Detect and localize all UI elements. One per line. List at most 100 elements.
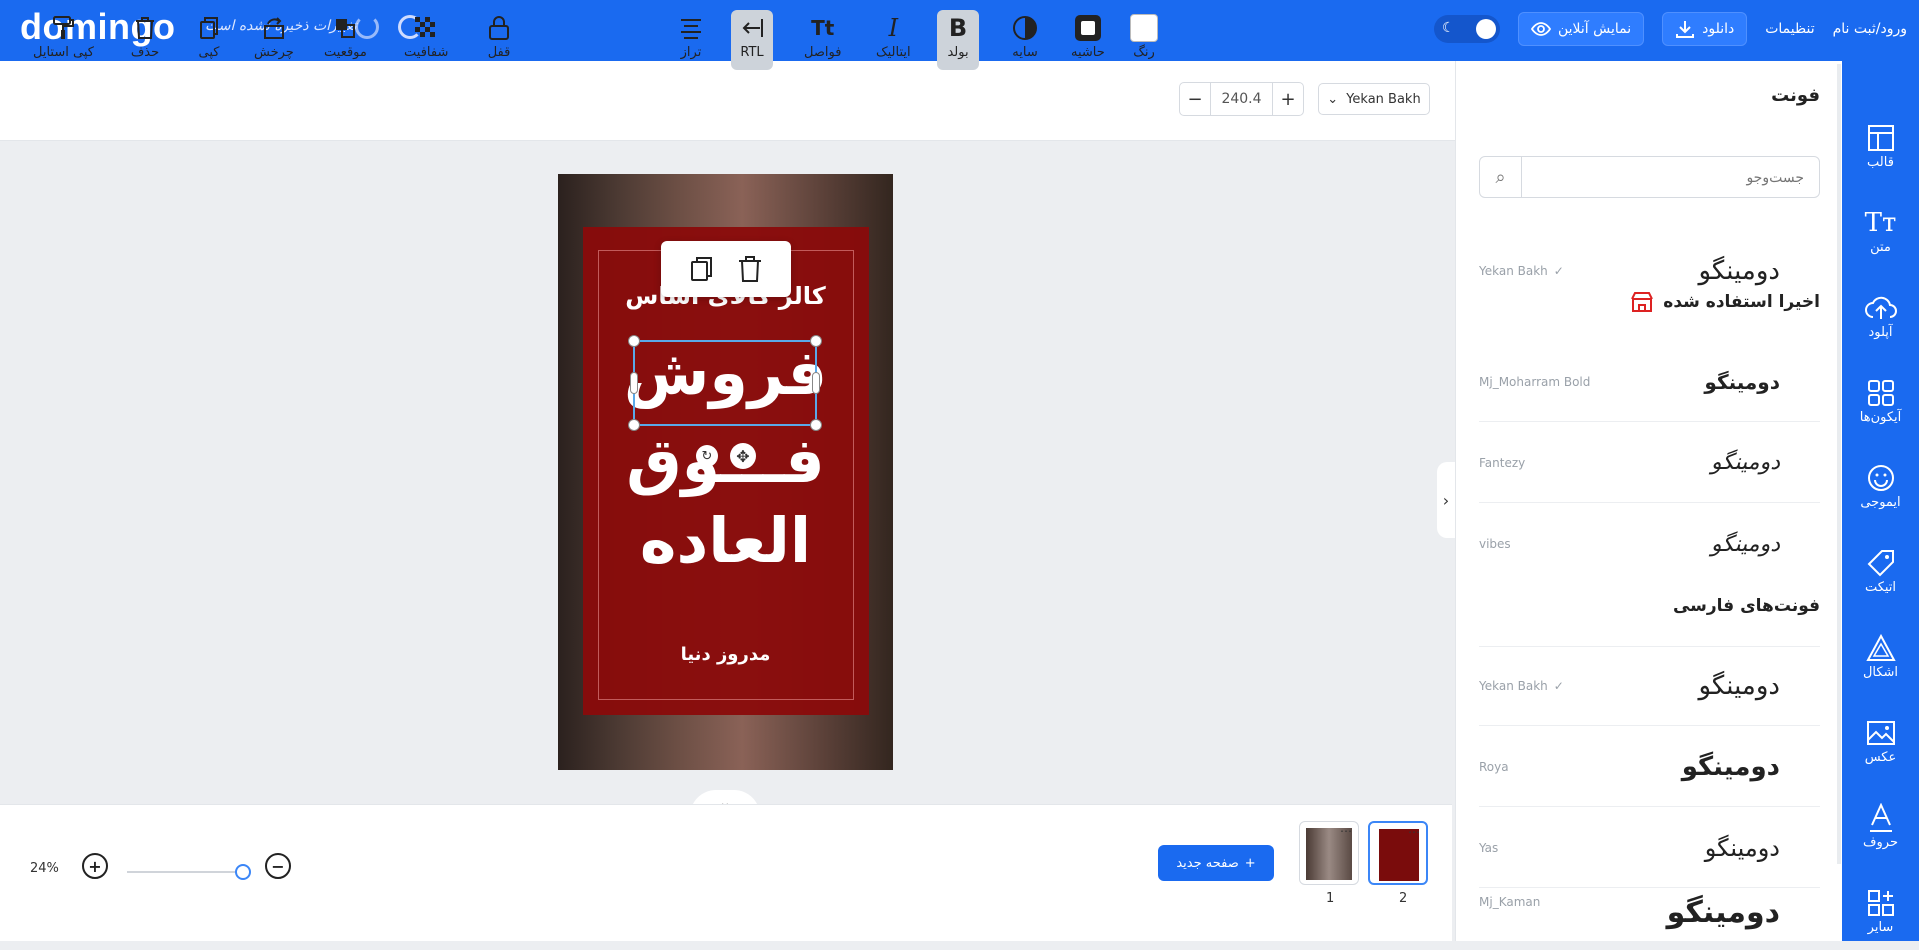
decrease-size-button[interactable]: − [1180, 89, 1210, 110]
preview-label: نمایش آنلاین [1557, 21, 1632, 37]
zoom-in-icon[interactable]: + [82, 853, 108, 879]
zoom-slider[interactable] [127, 871, 244, 873]
font-item[interactable]: vibes دومینگو [1479, 504, 1820, 584]
rotate-tool[interactable]: چرخش [254, 10, 294, 70]
collapse-panel-button[interactable]: › [1437, 462, 1455, 538]
checker-icon [411, 13, 441, 43]
font-size-value[interactable]: 240.4 [1210, 83, 1273, 115]
font-select[interactable]: ⌄ Yekan Bakh [1318, 83, 1430, 115]
lock-tool[interactable]: قفل [484, 10, 514, 70]
more-icon[interactable]: ⋯ [1340, 824, 1352, 838]
page-thumbnail-1[interactable]: ⋯ [1299, 821, 1359, 885]
color-tool[interactable]: رنگ [1129, 10, 1159, 70]
border-label: حاشیه [1071, 45, 1105, 60]
selection-box[interactable] [628, 335, 822, 431]
font-item[interactable]: Yas دومینگو [1479, 808, 1820, 888]
font-item[interactable]: Mj_Kaman دومینگو [1479, 889, 1820, 941]
font-item[interactable]: Roya دومینگو [1479, 727, 1820, 807]
sidebar-item-more[interactable]: سایر [1842, 870, 1919, 950]
spacing-label: فواصل [804, 45, 842, 60]
font-sample: دومینگو [1698, 256, 1780, 286]
toggle-knob [1475, 19, 1496, 39]
sidebar-item-template[interactable]: قالب [1842, 105, 1919, 185]
recent-section-title: اخیرا استفاده شده [1631, 292, 1820, 312]
new-page-button[interactable]: + صفحه جدید [1158, 845, 1274, 881]
rotate-handle-icon[interactable]: ↻ [696, 445, 718, 467]
font-sample: دومینگو [1681, 751, 1780, 782]
rtl-tool[interactable]: RTL [731, 10, 773, 70]
emoji-icon [1867, 461, 1895, 495]
resize-handle[interactable] [630, 372, 638, 394]
check-icon: ✓ [1553, 264, 1564, 278]
font-item[interactable]: Mj_Moharram Bold دومینگو [1479, 342, 1820, 422]
panel-scrollbar[interactable] [1837, 64, 1841, 864]
copy-style-tool[interactable]: کپی استایل [33, 10, 94, 70]
font-search[interactable]: ⌕ [1479, 156, 1820, 198]
resize-handle[interactable] [810, 419, 822, 431]
sidebar-item-letters[interactable]: حروف [1842, 785, 1919, 865]
color-label: رنگ [1133, 45, 1155, 60]
delete-tool[interactable]: حذف [130, 10, 160, 70]
preview-button[interactable]: نمایش آنلاین [1517, 12, 1645, 46]
font-name: vibes [1479, 537, 1511, 551]
settings-link[interactable]: تنظیمات [1765, 21, 1814, 37]
page-thumbnail-2[interactable]: ⋯ [1368, 821, 1428, 885]
font-name: Roya [1479, 759, 1509, 774]
spacing-tool[interactable]: Tt فواصل [804, 10, 841, 70]
font-item[interactable]: Fantezy دومینگو [1479, 423, 1820, 503]
sidebar-item-tag[interactable]: اتیکت [1842, 530, 1919, 610]
resize-handle[interactable] [628, 335, 640, 347]
font-select-value: Yekan Bakh [1346, 91, 1421, 107]
main-sidebar: قالب Tт متن آپلود آیکون‌ها ایموجی اتیکت … [1842, 61, 1919, 941]
login-link[interactable]: ورود/ثبت نام [1833, 21, 1907, 37]
zoom-slider-handle[interactable] [235, 864, 251, 880]
font-sample: دومینگو [1704, 369, 1780, 394]
increase-size-button[interactable]: + [1273, 89, 1303, 110]
moon-icon: ☾ [1441, 20, 1455, 36]
sidebar-item-shapes[interactable]: اشکال [1842, 615, 1919, 695]
download-button[interactable]: دانلود [1662, 12, 1748, 46]
opacity-tool[interactable]: شفافیت [404, 10, 448, 70]
poster-line-2[interactable]: فـــوق [558, 424, 893, 497]
resize-handle[interactable] [628, 419, 640, 431]
copy-icon [194, 13, 224, 43]
move-handle-icon[interactable]: ✥ [730, 443, 756, 469]
resize-handle[interactable] [812, 372, 820, 394]
duplicate-icon[interactable] [689, 255, 715, 283]
shadow-tool[interactable]: سایه [1010, 10, 1040, 70]
poster-line-3[interactable]: العاده [558, 504, 893, 577]
font-name: Mj_Moharram Bold [1479, 374, 1591, 389]
copy-tool[interactable]: کپی [194, 10, 224, 70]
sidebar-label: متن [1870, 239, 1891, 255]
search-icon[interactable]: ⌕ [1480, 157, 1522, 197]
trash-icon[interactable] [737, 255, 763, 283]
shadow-label: سایه [1012, 45, 1038, 60]
italic-label: ایتالیک [876, 45, 911, 60]
shapes-icon [1865, 631, 1896, 665]
font-item[interactable]: Yekan Bakh ✓ دومینگو [1479, 646, 1820, 726]
align-tool[interactable]: تراز [676, 10, 706, 70]
poster-footer-text[interactable]: مدروز دنیا [558, 644, 893, 665]
bold-tool[interactable]: B بولد [937, 10, 979, 70]
zoom-out-icon[interactable]: − [265, 853, 291, 879]
more-icon[interactable]: ⋯ [1408, 825, 1420, 839]
align-label: تراز [680, 45, 702, 60]
search-input[interactable] [1524, 157, 1814, 197]
sidebar-label: قالب [1867, 154, 1894, 170]
sidebar-item-text[interactable]: Tт متن [1842, 190, 1919, 270]
sidebar-item-icons[interactable]: آیکون‌ها [1842, 360, 1919, 440]
text-spacing-icon: Tt [811, 16, 835, 40]
sidebar-item-upload[interactable]: آپلود [1842, 275, 1919, 355]
italic-tool[interactable]: I ایتالیک [876, 10, 911, 70]
theme-toggle[interactable]: ☾ [1433, 15, 1500, 43]
download-label: دانلود [1702, 21, 1735, 37]
font-size-stepper[interactable]: − 240.4 + [1179, 82, 1304, 116]
sidebar-item-image[interactable]: عکس [1842, 700, 1919, 780]
resize-handle[interactable] [810, 335, 822, 347]
font-name: Fantezy [1479, 455, 1526, 470]
border-tool[interactable]: حاشیه [1071, 10, 1105, 70]
position-tool[interactable]: موقعیت [324, 10, 367, 70]
border-icon [1073, 13, 1103, 43]
color-swatch-icon [1129, 13, 1159, 43]
sidebar-item-emoji[interactable]: ایموجی [1842, 445, 1919, 525]
